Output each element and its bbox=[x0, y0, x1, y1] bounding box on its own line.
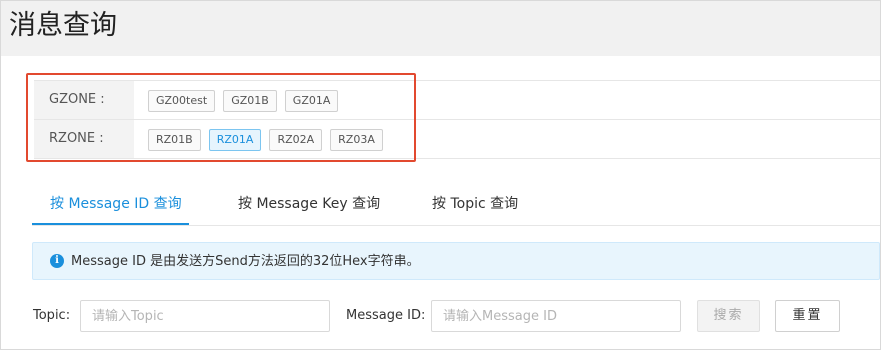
zone-tag-gz01a[interactable]: GZ01A bbox=[284, 90, 339, 112]
zone-tag-rz02a[interactable]: RZ02A bbox=[269, 129, 323, 151]
topic-label: Topic: bbox=[33, 308, 71, 323]
search-button[interactable]: 搜索 bbox=[697, 300, 760, 332]
tab-topic[interactable]: 按 Topic 查询 bbox=[430, 188, 520, 224]
gzone-label: GZONE : bbox=[34, 81, 134, 119]
active-tab-indicator bbox=[32, 223, 189, 225]
info-text: Message ID 是由发送方Send方法返回的32位Hex字符串。 bbox=[71, 254, 420, 269]
zone-tag-rz03a[interactable]: RZ03A bbox=[330, 129, 383, 151]
zone-tag-rz01a-selected[interactable]: RZ01A bbox=[208, 129, 262, 151]
gzone-row: GZONE : GZ00test GZ01B GZ01A bbox=[34, 81, 880, 120]
zone-tag-gz01b[interactable]: GZ01B bbox=[223, 90, 277, 112]
zone-tag-gz00test[interactable]: GZ00test bbox=[148, 90, 216, 112]
info-banner: i Message ID 是由发送方Send方法返回的32位Hex字符串。 bbox=[32, 242, 880, 280]
rzone-label: RZONE : bbox=[34, 120, 134, 158]
reset-button[interactable]: 重置 bbox=[775, 300, 840, 332]
zone-tag-rz01b[interactable]: RZ01B bbox=[148, 129, 201, 151]
gzone-tags: GZ00test GZ01B GZ01A bbox=[148, 90, 339, 112]
rzone-row: RZONE : RZ01B RZ01A RZ02A RZ03A bbox=[34, 120, 880, 158]
tab-message-key[interactable]: 按 Message Key 查询 bbox=[236, 188, 382, 224]
page-title: 消息查询 bbox=[9, 10, 117, 41]
message-id-input[interactable] bbox=[431, 300, 681, 332]
zone-selector: GZONE : GZ00test GZ01B GZ01A RZONE : RZ0… bbox=[34, 80, 880, 159]
tab-message-id[interactable]: 按 Message ID 查询 bbox=[48, 188, 184, 224]
topic-input[interactable] bbox=[80, 300, 330, 332]
query-tabs: 按 Message ID 查询 按 Message Key 查询 按 Topic… bbox=[32, 188, 880, 226]
page-header: 消息查询 bbox=[1, 1, 880, 56]
rzone-tags: RZ01B RZ01A RZ02A RZ03A bbox=[148, 129, 383, 151]
info-icon: i bbox=[50, 254, 64, 268]
message-id-label: Message ID: bbox=[346, 308, 426, 323]
